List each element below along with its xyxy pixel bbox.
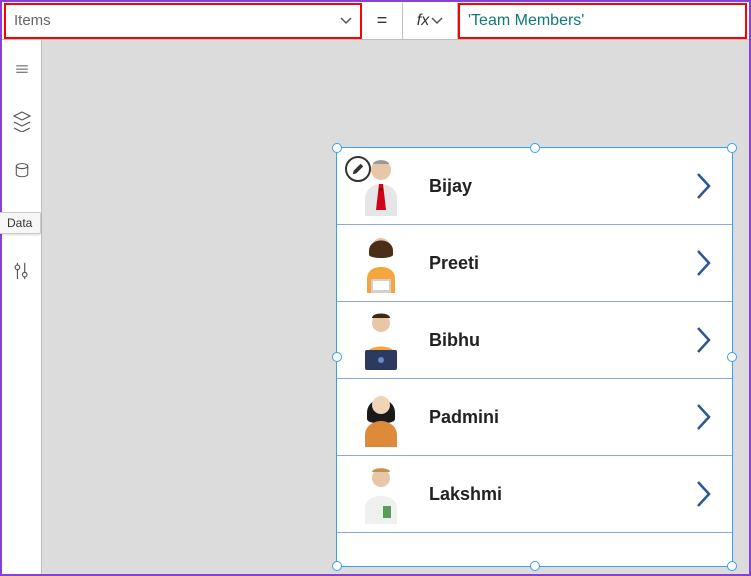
list-item[interactable]: Padmini bbox=[337, 379, 732, 456]
item-name: Lakshmi bbox=[429, 484, 674, 505]
resize-handle[interactable] bbox=[727, 352, 737, 362]
list-item[interactable]: Lakshmi bbox=[337, 456, 732, 533]
canvas[interactable]: Bijay Preeti Bibhu bbox=[42, 40, 749, 574]
avatar bbox=[355, 310, 407, 370]
hamburger-icon[interactable] bbox=[11, 60, 33, 82]
property-label: Items bbox=[14, 12, 51, 29]
chevron-right-icon[interactable] bbox=[696, 172, 712, 200]
avatar bbox=[355, 464, 407, 524]
resize-handle[interactable] bbox=[332, 561, 342, 571]
chevron-down-icon bbox=[431, 15, 443, 27]
item-name: Bibhu bbox=[429, 330, 674, 351]
data-icon[interactable] bbox=[11, 160, 33, 182]
chevron-right-icon[interactable] bbox=[696, 403, 712, 431]
property-dropdown[interactable]: Items bbox=[4, 3, 362, 39]
item-name: Preeti bbox=[429, 253, 674, 274]
fx-button[interactable]: fx bbox=[402, 3, 458, 39]
formula-bar: Items = fx 'Team Members' bbox=[2, 2, 749, 40]
pencil-icon bbox=[351, 162, 365, 176]
avatar bbox=[355, 233, 407, 293]
avatar bbox=[355, 387, 407, 447]
tree-view-icon[interactable] bbox=[11, 110, 33, 132]
resize-handle[interactable] bbox=[530, 143, 540, 153]
main-area: Data bbox=[2, 40, 749, 574]
item-name: Padmini bbox=[429, 407, 674, 428]
edit-template-button[interactable] bbox=[345, 156, 371, 182]
list-item[interactable]: Bibhu bbox=[337, 302, 732, 379]
item-name: Bijay bbox=[429, 176, 674, 197]
resize-handle[interactable] bbox=[332, 352, 342, 362]
resize-handle[interactable] bbox=[332, 143, 342, 153]
left-rail: Data bbox=[2, 40, 42, 574]
list-item[interactable]: Bijay bbox=[337, 148, 732, 225]
gallery-control[interactable]: Bijay Preeti Bibhu bbox=[337, 148, 732, 566]
chevron-right-icon[interactable] bbox=[696, 326, 712, 354]
fx-label: fx bbox=[417, 12, 429, 30]
list-item[interactable]: Preeti bbox=[337, 225, 732, 302]
formula-text: 'Team Members' bbox=[468, 12, 584, 30]
resize-handle[interactable] bbox=[727, 143, 737, 153]
chevron-down-icon bbox=[340, 15, 352, 27]
resize-handle[interactable] bbox=[530, 561, 540, 571]
data-tooltip: Data bbox=[0, 212, 41, 234]
chevron-right-icon[interactable] bbox=[696, 480, 712, 508]
equals-label: = bbox=[362, 10, 402, 31]
formula-input[interactable]: 'Team Members' bbox=[458, 3, 747, 39]
resize-handle[interactable] bbox=[727, 561, 737, 571]
chevron-right-icon[interactable] bbox=[696, 249, 712, 277]
settings-icon[interactable] bbox=[11, 260, 33, 282]
